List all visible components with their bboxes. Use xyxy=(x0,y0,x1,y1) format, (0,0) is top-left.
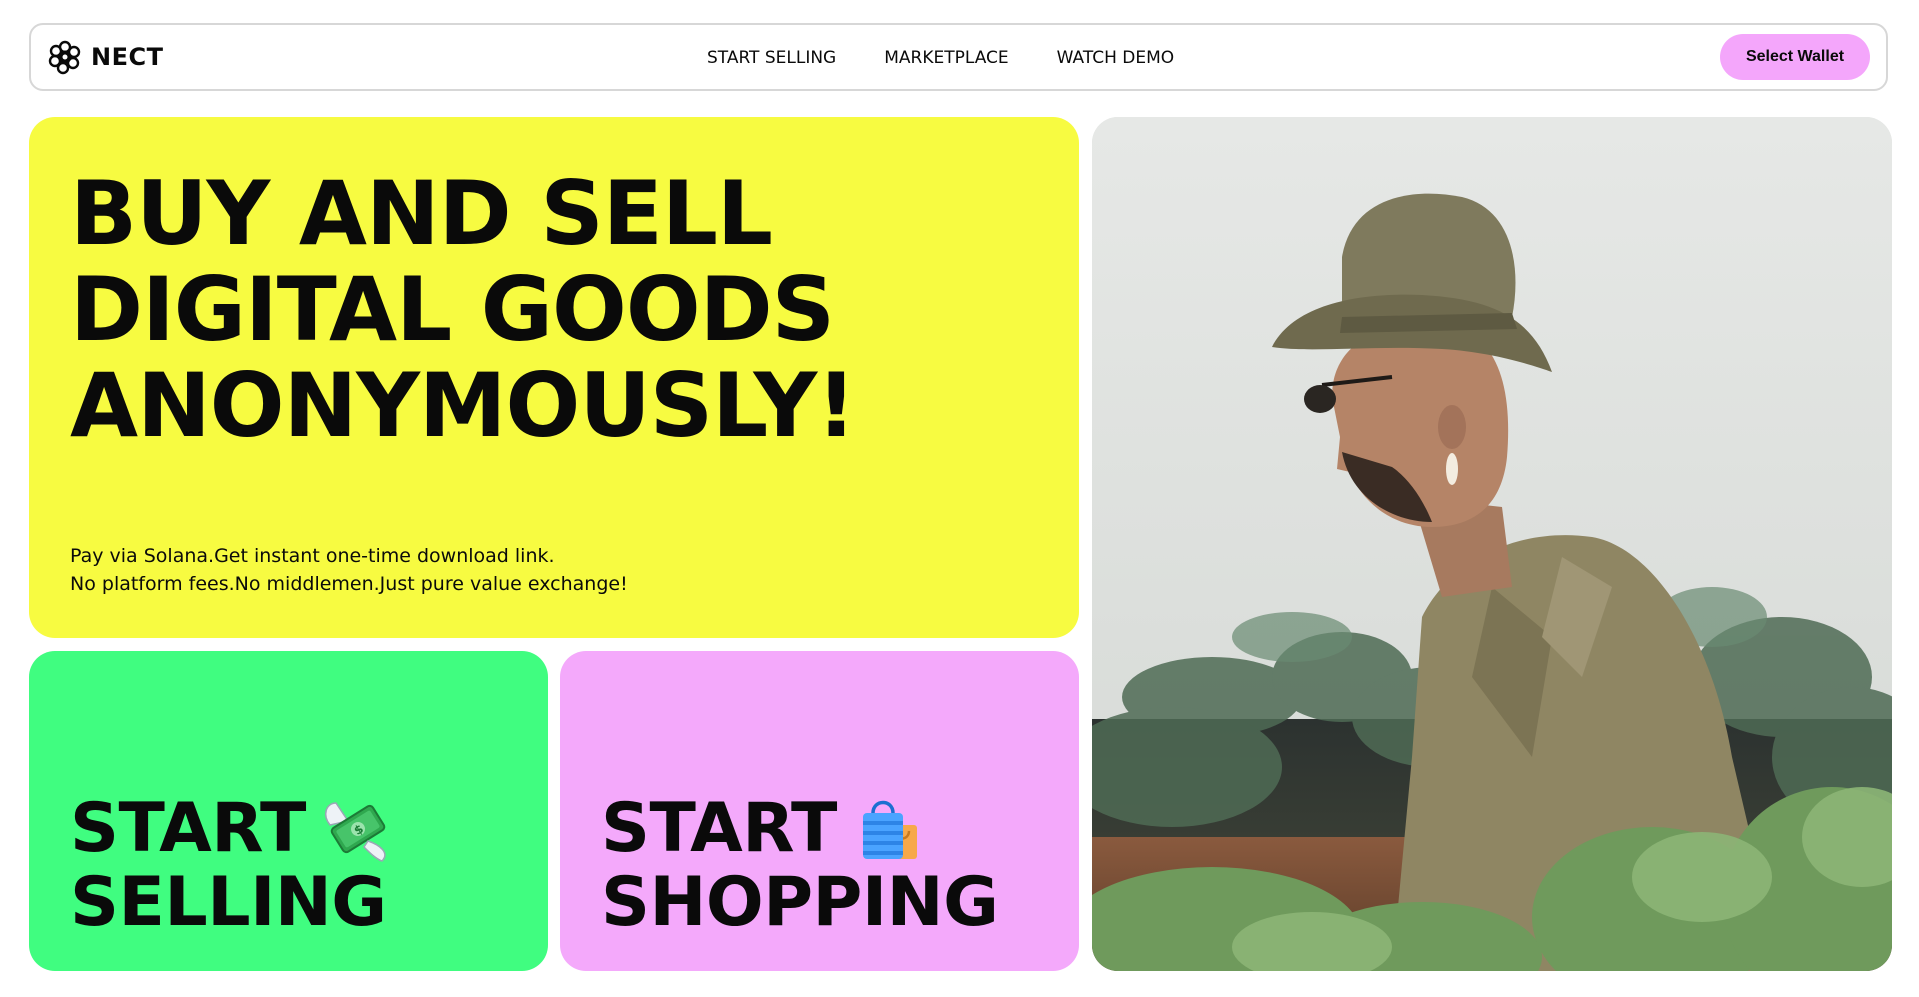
hero-title-line: DIGITAL GOODS xyxy=(70,258,835,361)
start-selling-title: START $ SELLING xyxy=(70,791,396,939)
hero-photo xyxy=(1092,117,1892,971)
shopping-bags-icon xyxy=(862,800,917,859)
hero-subtitle-line: No platform fees.No middlemen.Just pure … xyxy=(70,573,628,595)
start-shopping-line2: SHOPPING xyxy=(601,863,999,942)
start-selling-line2: SELLING xyxy=(70,863,387,942)
start-shopping-line1: START xyxy=(601,789,837,868)
top-navbar: NECT START SELLING MARKETPLACE WATCH DEM… xyxy=(29,23,1888,91)
select-wallet-button[interactable]: Select Wallet xyxy=(1720,34,1870,80)
brand-name: NECT xyxy=(91,43,164,71)
start-selling-line1: START xyxy=(70,789,306,868)
start-selling-card[interactable]: START $ SELLING xyxy=(29,651,548,971)
hero-title-line: BUY AND SELL xyxy=(70,162,773,265)
nav-link-marketplace[interactable]: MARKETPLACE xyxy=(884,48,1008,68)
hero-card: BUY AND SELL DIGITAL GOODS ANONYMOUSLY! … xyxy=(29,117,1079,638)
hero-subtitle: Pay via Solana.Get instant one-time down… xyxy=(70,542,628,598)
hero-subtitle-line: Pay via Solana.Get instant one-time down… xyxy=(70,545,555,567)
nav-link-watch-demo[interactable]: WATCH DEMO xyxy=(1057,48,1175,68)
brand-logo[interactable]: NECT xyxy=(47,39,163,75)
hero-title-line: ANONYMOUSLY! xyxy=(70,354,856,457)
person-bucket-hat-photo xyxy=(1092,117,1892,971)
hero-title: BUY AND SELL DIGITAL GOODS ANONYMOUSLY! xyxy=(70,162,856,457)
nav-link-start-selling[interactable]: START SELLING xyxy=(707,48,836,68)
flower-gear-icon xyxy=(48,40,81,75)
start-shopping-card[interactable]: START SHOPPING xyxy=(560,651,1079,971)
main-nav: START SELLING MARKETPLACE WATCH DEMO xyxy=(707,48,1174,68)
money-with-wings-icon: $ xyxy=(324,802,386,862)
start-shopping-title: START SHOPPING xyxy=(601,789,999,942)
